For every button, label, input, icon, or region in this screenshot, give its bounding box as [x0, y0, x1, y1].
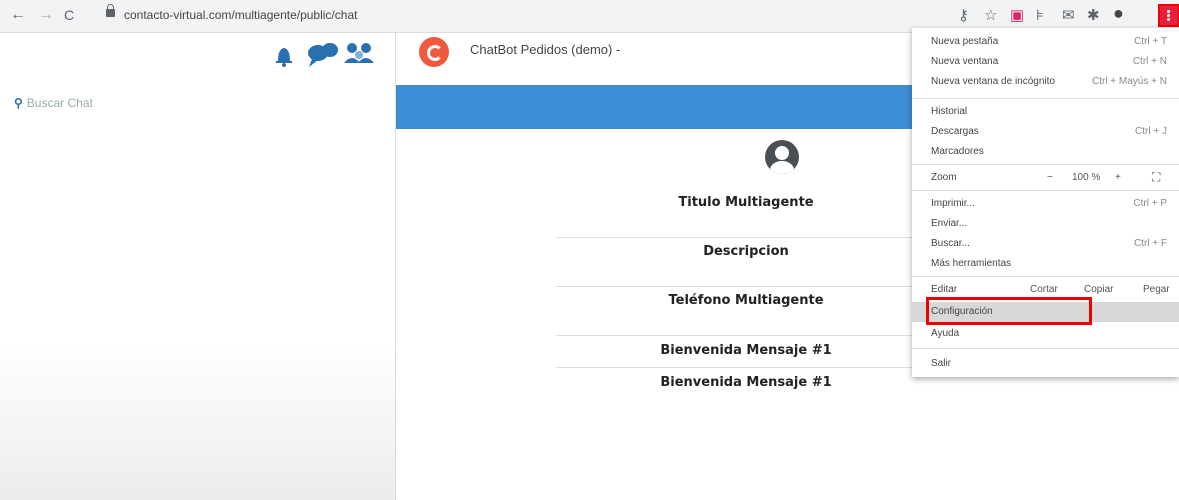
menu-item-new-tab[interactable]: Nueva pestaña Ctrl + T — [912, 32, 1179, 52]
divider — [556, 367, 936, 368]
menu-item-send[interactable]: Enviar... — [912, 214, 1179, 234]
extension-f-icon[interactable]: ⊧ — [1036, 6, 1044, 24]
profile-phone: Teléfono Multiagente — [668, 293, 824, 308]
cut-button[interactable]: Cortar — [1030, 284, 1058, 295]
menu-item-help[interactable]: Ayuda — [912, 324, 1179, 344]
extension-record-icon[interactable]: ▣ — [1010, 6, 1024, 24]
key-icon[interactable]: ⚷ — [958, 6, 969, 24]
welcome-message-2: Bienvenida Mensaje #1 — [660, 375, 832, 390]
menu-item-bookmarks[interactable]: Marcadores — [912, 142, 1179, 162]
copy-button[interactable]: Copiar — [1084, 284, 1113, 295]
menu-separator — [912, 190, 1179, 191]
menu-item-zoom: Zoom − 100 % + ⛶ — [912, 168, 1179, 188]
chat-search[interactable]: ⚲ Buscar Chat — [14, 96, 93, 110]
welcome-message-1: Bienvenida Mensaje #1 — [660, 343, 832, 358]
profile-description: Descripcion — [703, 244, 789, 259]
profile-icon[interactable]: ● — [1113, 3, 1124, 24]
zoom-label: Zoom — [931, 172, 957, 183]
browser-menu-button[interactable] — [1158, 4, 1179, 27]
search-input[interactable]: Buscar Chat — [27, 96, 93, 110]
search-icon: ⚲ — [14, 96, 23, 110]
edit-label: Editar — [931, 284, 958, 295]
menu-separator — [912, 98, 1179, 99]
chat-sidebar: ⚲ Buscar Chat — [0, 33, 396, 500]
address-url: contacto-virtual.com/multiagente/public/… — [124, 8, 358, 22]
zoom-out-button[interactable]: − — [1047, 172, 1053, 183]
chat-bubbles-icon[interactable] — [308, 43, 338, 67]
menu-item-new-window[interactable]: Nueva ventana Ctrl + N — [912, 52, 1179, 72]
zoom-in-button[interactable]: + — [1115, 172, 1121, 183]
reload-button[interactable]: C — [64, 7, 74, 23]
star-icon[interactable]: ☆ — [984, 6, 997, 24]
profile-title: Titulo Multiagente — [678, 195, 814, 210]
chat-header-banner — [396, 85, 936, 129]
forward-button[interactable]: → — [38, 6, 54, 24]
divider — [556, 335, 936, 336]
back-button[interactable]: ← — [10, 6, 26, 24]
agents-group-icon[interactable] — [344, 43, 374, 63]
chat-title: ChatBot Pedidos (demo) - — [470, 42, 621, 57]
bell-icon[interactable] — [276, 48, 292, 67]
menu-item-more-tools[interactable]: Más herramientas — [912, 254, 1179, 274]
divider — [556, 237, 936, 238]
menu-separator — [912, 348, 1179, 349]
settings-highlight-box — [926, 297, 1092, 325]
paste-button[interactable]: Pegar — [1143, 284, 1170, 295]
fullscreen-icon[interactable]: ⛶ — [1152, 170, 1160, 185]
menu-item-history[interactable]: Historial — [912, 102, 1179, 122]
lock-icon — [106, 4, 115, 17]
menu-separator — [912, 276, 1179, 277]
sidebar-toolbar-icons — [276, 43, 374, 67]
address-bar[interactable]: contacto-virtual.com/multiagente/public/… — [92, 4, 932, 27]
user-avatar-icon — [765, 140, 799, 174]
divider — [556, 286, 936, 287]
extension-mail-icon[interactable]: ✉ — [1062, 6, 1075, 24]
menu-item-print[interactable]: Imprimir... Ctrl + P — [912, 194, 1179, 214]
extensions-puzzle-icon[interactable]: ✱ — [1087, 6, 1100, 24]
menu-item-incognito[interactable]: Nueva ventana de incógnito Ctrl + Mayús +… — [912, 72, 1179, 92]
menu-separator — [912, 164, 1179, 165]
menu-item-exit[interactable]: Salir — [912, 354, 1179, 374]
menu-item-downloads[interactable]: Descargas Ctrl + J — [912, 122, 1179, 142]
zoom-level: 100 % — [1072, 172, 1101, 183]
chatbot-logo — [419, 37, 449, 67]
menu-item-find[interactable]: Buscar... Ctrl + F — [912, 234, 1179, 254]
